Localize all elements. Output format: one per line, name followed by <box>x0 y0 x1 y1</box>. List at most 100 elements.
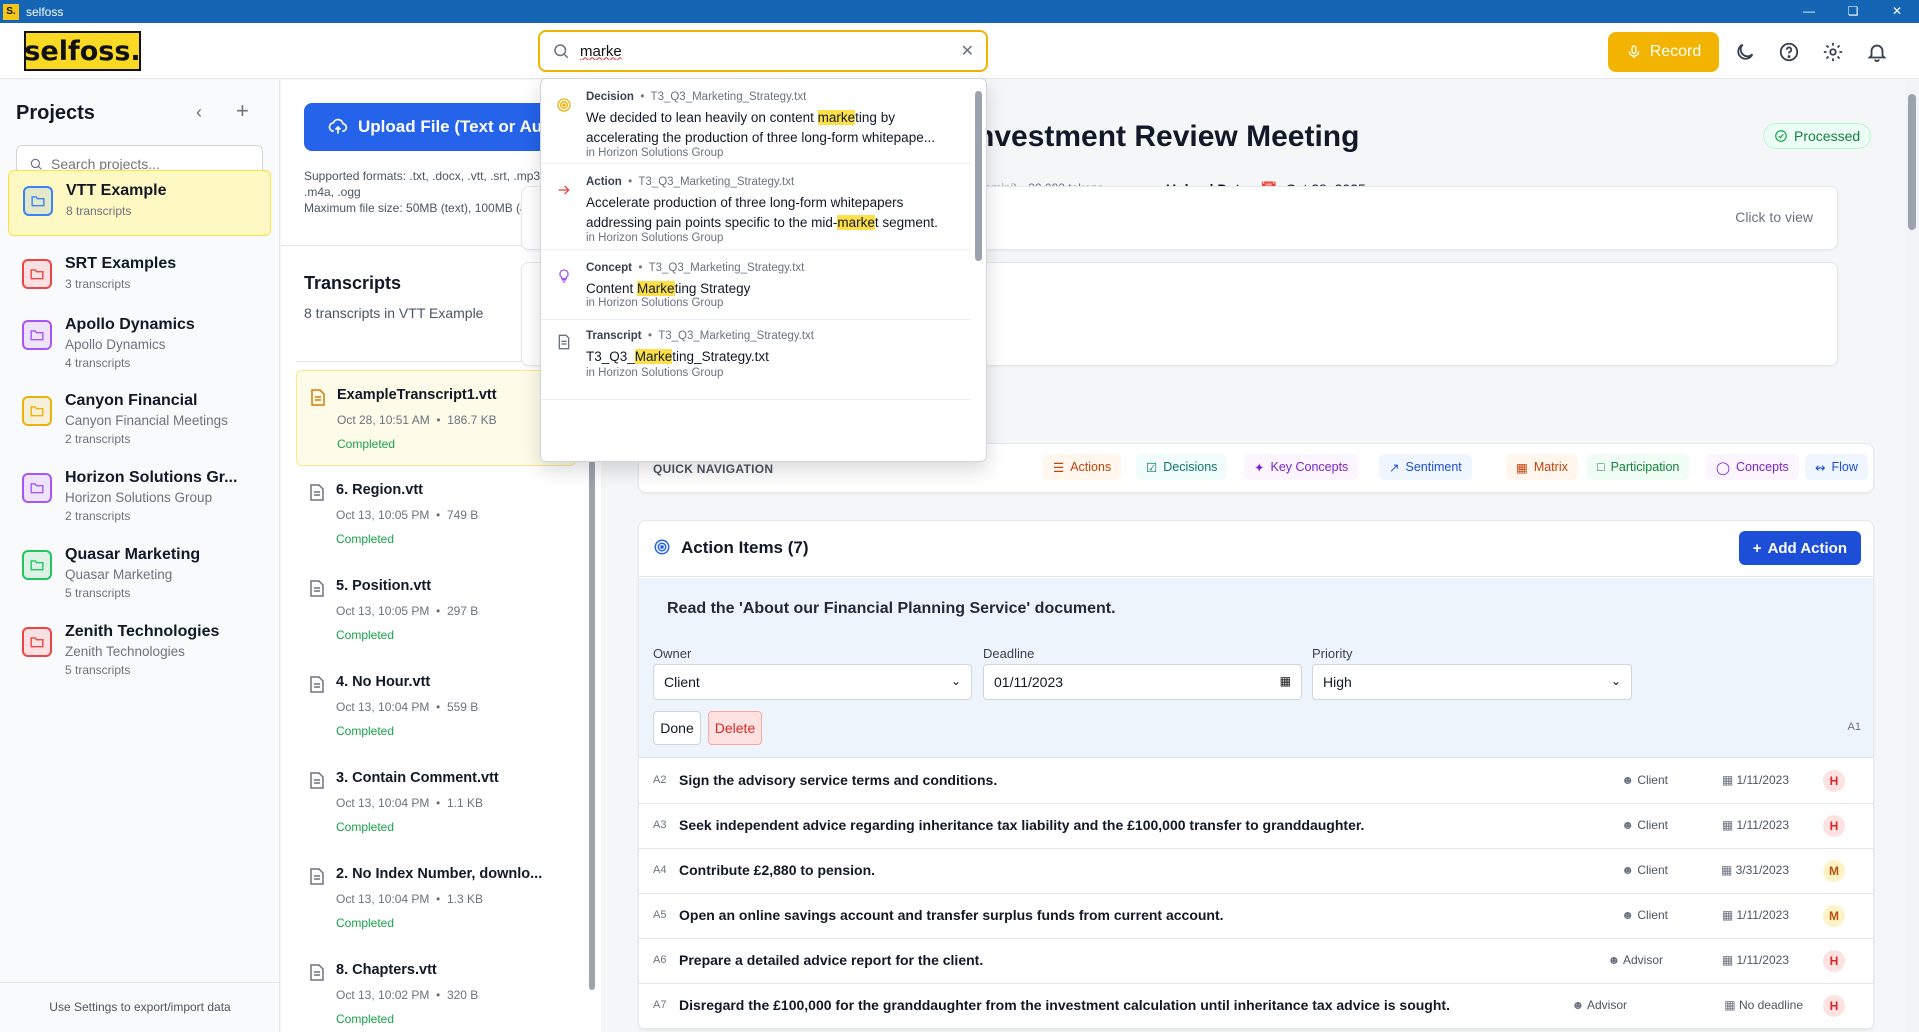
result-text-pre: Content <box>586 281 638 296</box>
result-text-highlight: Marke <box>634 349 673 364</box>
quick-nav-participation[interactable]: □ Participation <box>1587 454 1690 480</box>
action-edit-text[interactable]: Read the 'About our Financial Planning S… <box>667 600 1116 618</box>
transcript-size: 749 B <box>446 508 479 522</box>
result-project: in Horizon Solutions Group <box>586 367 724 379</box>
project-count: 5 transcripts <box>65 663 131 677</box>
quick-nav-key-concepts[interactable]: ✦ Key Concepts <box>1244 454 1359 480</box>
calendar-icon[interactable]: ▦ <box>1280 674 1291 688</box>
priority-select[interactable]: High ⌄ <box>1312 664 1632 700</box>
search-result-item[interactable]: Decision • T3_Q3_Marketing_Strategy.txt W… <box>541 79 971 164</box>
transcript-scrollbar[interactable] <box>589 390 595 990</box>
transcript-date: Oct 13, 10:05 PM <box>336 508 430 522</box>
action-item-row[interactable]: A7 Disregard the £100,000 for the grandda… <box>639 984 1873 1029</box>
transcripts-title: Transcripts <box>304 273 402 293</box>
result-text: We decided to lean heavily on content ma… <box>586 108 958 148</box>
project-item[interactable]: Zenith Technologies Zenith Technologies 5 … <box>8 612 271 677</box>
delete-button[interactable]: Delete <box>708 711 762 745</box>
action-deadline: ▦ No deadline <box>1724 998 1803 1012</box>
minimize-icon[interactable]: — <box>1787 0 1831 23</box>
arrow-icon <box>556 182 572 198</box>
project-name: SRT Examples <box>65 255 177 272</box>
action-item-row[interactable]: A3 Seek independent advice regarding inhe… <box>639 804 1873 849</box>
transcript-item[interactable]: 8. Chapters.vtt Oct 13, 10:02 PM • 320 B C… <box>296 946 576 1032</box>
folder-icon <box>22 627 52 657</box>
quick-nav-actions[interactable]: ☰ Actions <box>1043 454 1122 480</box>
search-input[interactable] <box>580 42 940 60</box>
transcript-name: 3. Contain Comment.vtt <box>336 770 499 786</box>
person-icon: ☻ <box>1571 998 1587 1012</box>
record-button[interactable]: Record <box>1608 32 1719 72</box>
project-count: 4 transcripts <box>65 356 131 370</box>
page-scrollbar[interactable] <box>1905 80 1919 1032</box>
quick-nav-concepts[interactable]: ◯ Concepts <box>1706 454 1799 480</box>
dropdown-scrollbar[interactable] <box>975 91 982 261</box>
search-result-item[interactable]: Transcript • T3_Q3_Marketing_Strategy.tx… <box>541 320 971 400</box>
flow-icon: ↭ <box>1815 460 1826 475</box>
action-item-row[interactable]: A2 Sign the advisory service terms and co… <box>639 759 1873 804</box>
transcript-item[interactable]: 6. Region.vtt Oct 13, 10:05 PM • 749 B Com… <box>296 466 576 562</box>
action-deadline-value: 1/11/2023 <box>1736 908 1790 922</box>
project-item[interactable]: Quasar Marketing Quasar Marketing 5 transc… <box>8 535 271 600</box>
chevron-down-icon: ⌄ <box>950 674 961 688</box>
project-item[interactable]: Apollo Dynamics Apollo Dynamics 4 transcri… <box>8 305 271 370</box>
quick-nav-decisions[interactable]: ☑ Decisions <box>1136 454 1228 480</box>
result-file: T3_Q3_Marketing_Strategy.txt <box>650 91 807 103</box>
person-icon: ☻ <box>1607 953 1623 967</box>
action-deadline: ▦ 1/11/2023 <box>1722 773 1789 787</box>
clear-search-icon[interactable]: ✕ <box>961 41 974 61</box>
collapse-sidebar-icon[interactable]: ‹ <box>196 102 202 123</box>
transcript-item[interactable]: ExampleTranscript1.vtt Oct 28, 10:51 AM •… <box>296 370 576 466</box>
project-item[interactable]: VTT Example 8 transcripts <box>8 170 271 236</box>
bell-icon[interactable] <box>1866 41 1888 63</box>
scrollbar-thumb[interactable] <box>1908 94 1916 230</box>
search-icon <box>554 44 569 59</box>
calendar-icon: ▦ <box>1721 953 1737 967</box>
result-file: T3_Q3_Marketing_Strategy.txt <box>648 262 805 274</box>
done-button[interactable]: Done <box>653 711 701 745</box>
action-owner-name: Advisor <box>1586 998 1627 1012</box>
search-result-item[interactable]: Action • T3_Q3_Marketing_Strategy.txt Acc… <box>541 164 971 250</box>
owner-select[interactable]: Client ⌄ <box>653 664 972 700</box>
list-icon: ☰ <box>1053 460 1065 475</box>
moon-icon[interactable] <box>1734 41 1756 63</box>
transcript-status: Completed <box>336 820 395 834</box>
click-to-view[interactable]: Click to view <box>1735 209 1813 225</box>
search-result-item[interactable]: Concept • T3_Q3_Marketing_Strategy.txt Co… <box>541 250 971 320</box>
transcript-item[interactable]: 2. No Index Number, downlo... Oct 13, 10:… <box>296 850 576 946</box>
action-item-row[interactable]: A5 Open an online savings account and tra… <box>639 894 1873 939</box>
action-item-row[interactable]: A4 Contribute £2,880 to pension. ☻ Client ▦… <box>639 849 1873 894</box>
action-owner-name: Advisor <box>1622 953 1663 967</box>
logo[interactable]: selfoss. <box>24 31 141 71</box>
project-item[interactable]: Horizon Solutions Gr... Horizon Solutions… <box>8 458 271 523</box>
quick-nav-sentiment[interactable]: ↗ Sentiment <box>1379 454 1472 480</box>
app-icon: S. <box>3 3 19 20</box>
add-action-button[interactable]: + Add Action <box>1738 531 1861 565</box>
quick-nav-flow[interactable]: ↭ Flow <box>1805 454 1868 480</box>
window-controls: — ❏ ✕ <box>1787 0 1919 23</box>
result-text-highlight: Marke <box>637 281 675 296</box>
project-count: 3 transcripts <box>65 277 131 291</box>
global-search[interactable]: ✕ <box>538 30 988 72</box>
gear-icon[interactable] <box>1822 41 1844 63</box>
add-project-icon[interactable]: + <box>236 98 249 124</box>
grid-icon: ▦ <box>1516 460 1528 475</box>
quick-nav-matrix[interactable]: ▦ Matrix <box>1506 454 1578 480</box>
action-text: Sign the advisory service terms and cond… <box>679 772 998 788</box>
transcript-item[interactable]: 3. Contain Comment.vtt Oct 13, 10:04 PM •… <box>296 754 576 850</box>
person-icon: ☻ <box>1621 818 1638 832</box>
project-item[interactable]: Canyon Financial Canyon Financial Meeting… <box>8 381 271 446</box>
document-icon <box>556 334 572 350</box>
help-icon[interactable] <box>1778 41 1800 63</box>
transcript-item[interactable]: 4. No Hour.vtt Oct 13, 10:04 PM • 559 B Co… <box>296 658 576 754</box>
meta-separator: • <box>429 700 447 714</box>
restore-icon[interactable]: ❏ <box>1831 0 1875 23</box>
action-item-row[interactable]: A6 Prepare a detailed advice report for t… <box>639 939 1873 984</box>
upload-file-button[interactable]: Upload File (Text or Audio) <box>304 103 564 151</box>
calendar-icon: ▦ <box>1724 998 1739 1012</box>
transcript-item[interactable]: 5. Position.vtt Oct 13, 10:05 PM • 297 B C… <box>296 562 576 658</box>
result-separator: • <box>633 91 651 103</box>
deadline-input[interactable]: 01/11/2023 ▦ <box>983 664 1302 700</box>
result-text-post: ting Strategy <box>674 281 751 296</box>
project-item[interactable]: SRT Examples 3 transcripts <box>8 244 271 306</box>
close-icon[interactable]: ✕ <box>1875 0 1919 23</box>
